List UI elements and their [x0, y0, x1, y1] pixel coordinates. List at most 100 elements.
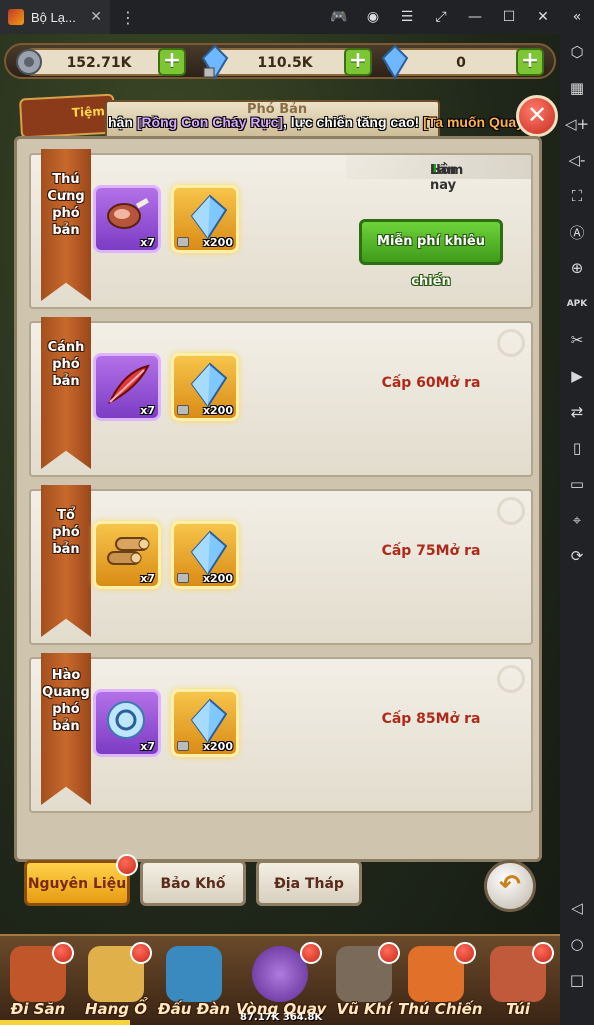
close-window-icon[interactable]: ✕: [526, 9, 560, 25]
expand-icon[interactable]: ⤢: [424, 9, 458, 25]
item-quantity: x200: [202, 572, 233, 585]
nav-hunt[interactable]: Đi Săn: [0, 942, 76, 1020]
meat-icon: [107, 198, 149, 229]
rotate-icon[interactable]: Ⓐ: [560, 214, 594, 250]
item-quantity: x200: [202, 740, 233, 753]
apk-icon[interactable]: APK: [560, 286, 594, 322]
row-ribbon: Cánh phó bản: [41, 317, 91, 469]
tab-treasury[interactable]: Bảo Khố: [140, 860, 246, 906]
wood-logs-icon: [107, 537, 150, 565]
lock-icon: [177, 237, 189, 247]
folder-icon[interactable]: ▭: [560, 466, 594, 502]
dungeon-row-aura: Hào Quang phó bản x7 x200 Cấp 85Mở ra: [29, 653, 533, 813]
daily-count-suffix: Lần: [430, 163, 457, 178]
app-tab-title: Bộ Lạ...: [31, 9, 76, 25]
reward-item-crystal[interactable]: x200: [171, 521, 239, 589]
nav-bag[interactable]: Túi: [480, 942, 556, 1020]
sync-icon[interactable]: ⇄: [560, 394, 594, 430]
back-icon[interactable]: ◁: [560, 890, 594, 926]
coins-value: 152.71K: [66, 55, 132, 71]
unlock-level-text: Cấp 75Mở ra: [381, 543, 481, 559]
cut-icon[interactable]: ✂: [560, 322, 594, 358]
account-icon[interactable]: ◉: [356, 9, 390, 25]
close-button[interactable]: ✕: [516, 95, 558, 137]
window-controls: 🎮 ◉ ☰ ⤢ — ☐ ✕ «: [322, 0, 594, 34]
recents-icon[interactable]: □: [560, 962, 594, 998]
reward-item-meat[interactable]: x7: [93, 185, 161, 253]
screenshot-icon[interactable]: ⛶: [560, 178, 594, 214]
exp-progress-bar: [0, 1020, 130, 1025]
keyboard-icon[interactable]: ▦: [560, 70, 594, 106]
resource-locked-gems: 110.5K +: [201, 44, 372, 80]
nav-label: Đấu Đàn: [157, 1000, 231, 1018]
tab-materials[interactable]: Nguyên Liệu: [24, 860, 130, 906]
unlock-level-text: Cấp 60Mở ra: [381, 375, 481, 391]
nav-stats: 87.17K 364.8K: [240, 1012, 323, 1023]
nav-weapon[interactable]: Vũ Khí: [326, 942, 402, 1020]
close-tab-icon[interactable]: ✕: [90, 9, 102, 25]
add-gems-button[interactable]: +: [516, 48, 544, 76]
maximize-icon[interactable]: ☐: [492, 9, 526, 25]
reward-item-crystal[interactable]: x200: [171, 185, 239, 253]
paw-decoration-icon: [497, 497, 525, 525]
shop-label-text: Tiệm: [71, 104, 106, 120]
tab-tower[interactable]: Địa Tháp: [256, 860, 362, 906]
gamepad-icon[interactable]: 🎮: [322, 9, 356, 25]
shake-icon[interactable]: ▯: [560, 430, 594, 466]
volume-up-icon[interactable]: ◁+: [560, 106, 594, 142]
aura-orb-icon: [107, 701, 145, 739]
nav-arena[interactable]: Đấu Đàn: [156, 942, 232, 1020]
lock-icon: [177, 573, 189, 583]
vibrate-icon[interactable]: ⟳: [560, 538, 594, 574]
nav-war-beast[interactable]: Thú Chiến: [398, 942, 483, 1020]
item-quantity: x7: [140, 740, 155, 753]
notification-badge-icon: [378, 942, 400, 964]
item-quantity: x200: [202, 404, 233, 417]
hamburger-icon[interactable]: ☰: [390, 9, 424, 25]
nav-label: Hang Ổ: [84, 1000, 148, 1018]
reward-item-aura[interactable]: x7: [93, 689, 161, 757]
nav-spin-wheel[interactable]: Vòng Quay: [236, 942, 326, 1020]
nav-label: Thú Chiến: [398, 1000, 483, 1018]
keymap-icon[interactable]: ⬡: [560, 34, 594, 70]
nav-label: Vũ Khí: [336, 1000, 392, 1018]
row-title: Hào Quang phó bản: [42, 668, 90, 734]
add-coins-button[interactable]: +: [158, 48, 186, 76]
resource-gems: 0 +: [381, 44, 544, 80]
game-screen: 152.71K + 110.5K + 0 + Tiệm Phó Bản hận …: [0, 34, 560, 1025]
item-quantity: x200: [202, 236, 233, 249]
collapse-sidebar-icon[interactable]: «: [560, 9, 594, 25]
reward-item-crystal[interactable]: x200: [171, 353, 239, 421]
row-ribbon: Thú Cưng phó bản: [41, 149, 91, 301]
reward-item-wood[interactable]: x7: [93, 521, 161, 589]
reward-item-crystal[interactable]: x200: [171, 689, 239, 757]
gems-value: 0: [456, 55, 466, 71]
paw-decoration-icon: [497, 665, 525, 693]
back-button[interactable]: ↶: [484, 860, 536, 912]
menu-icon[interactable]: ⋮: [120, 8, 136, 27]
minimize-icon[interactable]: —: [458, 9, 492, 25]
row-title: Cánh phó bản: [47, 340, 85, 389]
notification-badge-icon: [532, 942, 554, 964]
free-challenge-button[interactable]: Miễn phí khiêu chiến: [359, 219, 503, 289]
daily-count: Hôm nay 1 Lần: [346, 155, 531, 193]
add-screen-icon[interactable]: ⊕: [560, 250, 594, 286]
shop-label[interactable]: Tiệm: [19, 93, 116, 139]
app-tab[interactable]: Bộ Lạ... ✕: [0, 0, 110, 34]
row-ribbon: Tổ phó bản: [41, 485, 91, 637]
volume-down-icon[interactable]: ◁-: [560, 142, 594, 178]
add-locked-gems-button[interactable]: +: [344, 48, 372, 76]
reward-item-feather[interactable]: x7: [93, 353, 161, 421]
announcement-marquee: hận [Rồng Con Cháy Rực], lực chiến tăng …: [108, 114, 524, 130]
arena-icon: [166, 946, 222, 1002]
crystal-icon: [190, 530, 228, 576]
video-icon[interactable]: ▶: [560, 358, 594, 394]
lock-icon: [177, 405, 189, 415]
item-quantity: x7: [140, 572, 155, 585]
nav-den[interactable]: Hang Ổ: [78, 942, 154, 1020]
home-icon[interactable]: ○: [560, 926, 594, 962]
marquee-link[interactable]: [Ta muốn Quay: [423, 114, 524, 130]
notification-badge-icon: [454, 942, 476, 964]
location-icon[interactable]: ⌖: [560, 502, 594, 538]
